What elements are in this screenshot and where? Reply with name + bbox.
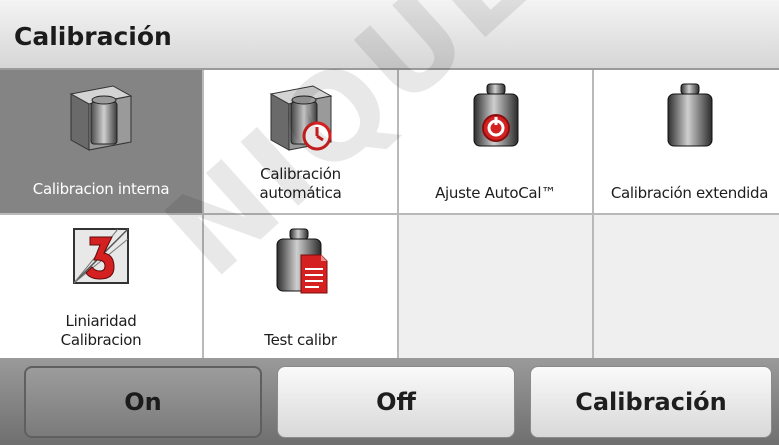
extended-calibration-icon	[660, 80, 720, 160]
tile-label-line2: Calibracion	[60, 331, 142, 349]
tile-internal-calibration[interactable]: Calibracion interna	[0, 70, 202, 213]
calibration-button[interactable]: Calibración	[530, 366, 772, 438]
tile-label: Calibración extendida	[610, 184, 769, 202]
tile-label-line2: automática	[259, 184, 342, 202]
tile-label-line1: Calibración	[260, 165, 341, 183]
empty-tile	[594, 215, 779, 360]
on-button[interactable]: On	[24, 366, 262, 438]
linearity-calibration-icon	[70, 225, 132, 291]
off-button[interactable]: Off	[277, 366, 515, 438]
tile-label: Ajuste AutoCal™	[435, 184, 556, 202]
tile-autocal-adjust[interactable]: Ajuste AutoCal™	[399, 70, 592, 213]
empty-tile	[399, 215, 592, 360]
tile-linearity-calibration[interactable]: Liniaridad Calibracion	[0, 215, 202, 360]
auto-calibration-icon	[265, 80, 337, 160]
calibration-menu-grid: Calibracion interna Calibración automáti…	[0, 70, 779, 360]
calibration-test-icon	[271, 225, 331, 305]
page-title: Calibración	[14, 22, 172, 51]
tile-label: Calibracion interna	[32, 180, 170, 198]
calibration-screen: Calibración Calibracion interna Calibrac…	[0, 0, 779, 445]
autocal-adjust-icon	[466, 80, 526, 160]
tile-label: Liniaridad Calibracion	[0, 312, 202, 350]
title-bar: Calibración	[0, 0, 779, 70]
bottom-button-bar: On Off Calibración	[0, 358, 779, 445]
internal-weight-icon	[65, 80, 137, 160]
tile-extended-calibration[interactable]: Calibración extendida	[594, 70, 779, 213]
tile-label: Calibración automática	[204, 165, 397, 203]
tile-auto-calibration[interactable]: Calibración automática	[204, 70, 397, 213]
tile-calibration-test[interactable]: Test calibr	[204, 215, 397, 360]
tile-label: Test calibr	[264, 331, 337, 349]
tile-label-line1: Liniaridad	[65, 312, 137, 330]
